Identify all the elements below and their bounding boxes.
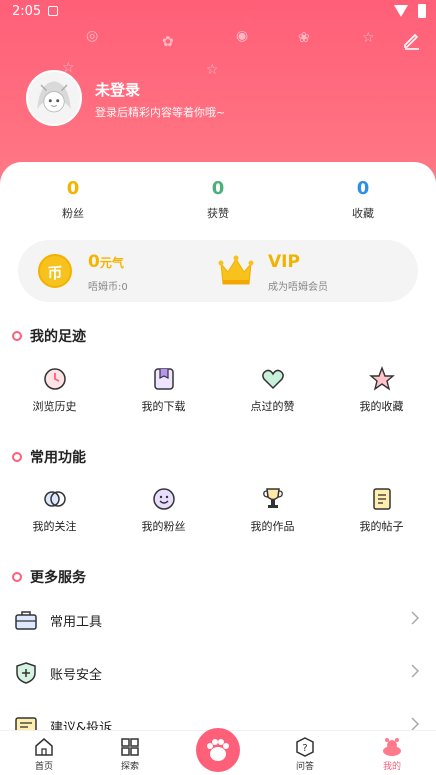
wallet-card: 币 0元气 唔姆币:0 VIP 成为唔姆会员 bbox=[18, 240, 418, 302]
doodle-icon: ☆ bbox=[206, 62, 219, 78]
wifi-icon bbox=[394, 5, 408, 17]
coin-amount-unit: 元气 bbox=[99, 256, 124, 270]
stat-label: 粉丝 bbox=[62, 207, 84, 220]
login-subtitle: 登录后精彩内容等着你哦~ bbox=[95, 106, 226, 119]
grid-item-download[interactable]: 我的下载 bbox=[109, 366, 218, 414]
vip-subtitle: 成为唔姆会员 bbox=[268, 282, 328, 293]
history-icon bbox=[43, 368, 66, 390]
download-icon bbox=[153, 368, 174, 390]
stats-row: 0 粉丝 0 获赞 0 收藏 bbox=[0, 178, 436, 228]
section-dot-icon bbox=[12, 331, 22, 341]
grid-item-label: 我的收藏 bbox=[359, 400, 404, 413]
stat-likes[interactable]: 0 获赞 bbox=[168, 178, 268, 221]
stat-label: 收藏 bbox=[352, 207, 374, 220]
nav-home[interactable]: 首页 bbox=[14, 737, 74, 772]
toolbox-icon bbox=[15, 611, 37, 630]
status-time: 2:05 bbox=[12, 4, 42, 19]
chevron-right-icon bbox=[411, 664, 420, 678]
section-title-text: 我的足迹 bbox=[30, 329, 86, 345]
section-dot-icon bbox=[12, 572, 22, 582]
service-row-label: 账号安全 bbox=[50, 668, 103, 683]
stat-fans[interactable]: 0 粉丝 bbox=[23, 178, 123, 221]
nav-qa[interactable]: ? 问答 bbox=[275, 737, 335, 772]
grid-item-label: 我的帖子 bbox=[359, 520, 404, 533]
post-icon bbox=[372, 488, 391, 510]
stat-favorites[interactable]: 0 收藏 bbox=[313, 178, 413, 221]
coin-icon[interactable]: 币 bbox=[38, 254, 72, 288]
grid-item-following[interactable]: 我的关注 bbox=[0, 486, 109, 534]
star-icon bbox=[368, 366, 395, 391]
section-title-text: 常用功能 bbox=[30, 450, 86, 466]
edit-icon[interactable] bbox=[402, 30, 422, 50]
battery-icon bbox=[418, 4, 426, 18]
section-functions-title: 常用功能 bbox=[12, 447, 86, 467]
status-bar: 2:05 bbox=[0, 0, 436, 24]
service-row-security[interactable]: 账号安全 bbox=[0, 651, 436, 695]
nav-explore[interactable]: 探索 bbox=[100, 737, 160, 772]
stat-value: 0 bbox=[356, 178, 370, 199]
nav-profile[interactable]: 我的 bbox=[362, 737, 422, 772]
grid-item-works[interactable]: 我的作品 bbox=[218, 486, 327, 534]
coin-label: 唔姆币:0 bbox=[88, 282, 128, 293]
doodle-icon: ❀ bbox=[298, 30, 310, 46]
shield-icon bbox=[16, 662, 36, 684]
stat-value: 0 bbox=[211, 178, 225, 199]
svg-text:?: ? bbox=[302, 743, 307, 754]
vip-title[interactable]: VIP bbox=[268, 252, 300, 272]
stat-value: 0 bbox=[66, 178, 80, 199]
service-row-tools[interactable]: 常用工具 bbox=[0, 598, 436, 642]
follow-icon bbox=[43, 491, 66, 507]
grid-item-fans[interactable]: 我的粉丝 bbox=[109, 486, 218, 534]
chevron-right-icon bbox=[411, 611, 420, 625]
section-title-text: 更多服务 bbox=[30, 570, 86, 586]
section-dot-icon bbox=[12, 452, 22, 462]
crown-icon[interactable] bbox=[218, 254, 254, 288]
heart-icon bbox=[261, 369, 284, 390]
nav-label: 问答 bbox=[295, 762, 314, 772]
nav-label: 首页 bbox=[34, 762, 53, 772]
fans-icon bbox=[152, 488, 175, 510]
stat-label: 获赞 bbox=[207, 207, 229, 220]
grid-item-posts[interactable]: 我的帖子 bbox=[327, 486, 436, 534]
sim-icon bbox=[48, 6, 58, 16]
grid-item-label: 点过的赞 bbox=[250, 400, 295, 413]
doodle-icon: ✿ bbox=[162, 34, 174, 50]
trophy-icon bbox=[262, 488, 283, 508]
coin-amount[interactable]: 0元气 bbox=[88, 252, 124, 272]
paw-icon bbox=[207, 739, 229, 761]
coin-amount-value: 0 bbox=[88, 252, 100, 272]
footprints-grid: 浏览历史 我的下载 点过的赞 我的收藏 bbox=[0, 366, 436, 426]
avatar-illustration-icon bbox=[28, 72, 80, 124]
grid-item-label: 我的作品 bbox=[250, 520, 295, 533]
functions-grid: 我的关注 我的粉丝 我的作品 我的帖子 bbox=[0, 486, 436, 546]
grid-item-label: 浏览历史 bbox=[32, 400, 77, 413]
section-footprints-title: 我的足迹 bbox=[12, 326, 86, 346]
doodle-icon: ☆ bbox=[362, 30, 375, 46]
grid-item-label: 我的下载 bbox=[141, 400, 186, 413]
nav-center-button[interactable] bbox=[196, 728, 240, 772]
explore-icon bbox=[121, 738, 139, 756]
avatar[interactable] bbox=[26, 70, 82, 126]
login-title[interactable]: 未登录 bbox=[95, 79, 140, 100]
grid-item-liked[interactable]: 点过的赞 bbox=[218, 366, 327, 414]
profile-icon bbox=[383, 738, 401, 756]
grid-item-label: 我的粉丝 bbox=[141, 520, 186, 533]
nav-label: 探索 bbox=[120, 762, 139, 772]
doodle-icon: ◎ bbox=[86, 28, 99, 44]
home-icon bbox=[35, 738, 53, 756]
grid-item-history[interactable]: 浏览历史 bbox=[0, 366, 109, 414]
grid-item-label: 我的关注 bbox=[32, 520, 77, 533]
question-icon: ? bbox=[296, 737, 314, 757]
section-services-title: 更多服务 bbox=[12, 567, 86, 587]
nav-label: 我的 bbox=[382, 762, 401, 772]
doodle-icon: ◉ bbox=[236, 28, 249, 44]
grid-item-favorites[interactable]: 我的收藏 bbox=[327, 366, 436, 414]
service-row-label: 常用工具 bbox=[50, 615, 103, 630]
